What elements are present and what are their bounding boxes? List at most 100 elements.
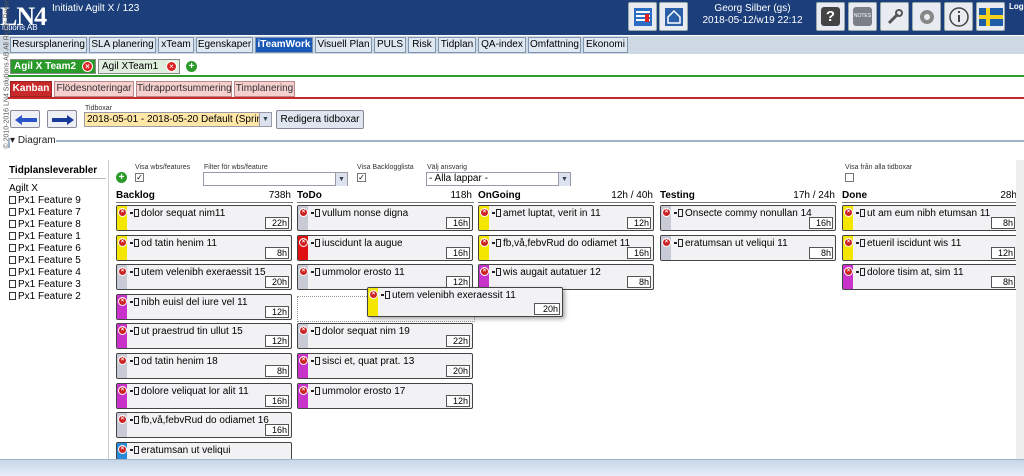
- kanban-card[interactable]: × sisci et, quat prat. 13 20h: [297, 353, 473, 379]
- edit-timeboxes-button[interactable]: Redigera tidboxar: [276, 110, 364, 129]
- kanban-card[interactable]: × od tatin henim 18 8h: [116, 353, 292, 379]
- show-wbs-checkbox[interactable]: ✓: [135, 173, 144, 182]
- menu-tab-risk[interactable]: Risk: [408, 37, 436, 53]
- kanban-card[interactable]: × ut praestrud tin ullut 15 12h: [116, 323, 292, 349]
- kanban-card[interactable]: × etueril iscidunt wis 11 12h: [842, 235, 1018, 261]
- delete-card-icon[interactable]: ×: [118, 238, 127, 247]
- menu-tab-omfattning[interactable]: Omfattning: [528, 37, 581, 53]
- menu-tab-tidplan[interactable]: Tidplan: [438, 37, 476, 53]
- deliverable-item[interactable]: Px1 Feature 3: [9, 279, 109, 291]
- kanban-card[interactable]: × dolor sequat nim11 22h: [116, 205, 292, 231]
- chevron-down-icon[interactable]: ▼: [558, 173, 570, 186]
- team-tab-agil-xteam1[interactable]: Agil XTeam1 ×: [98, 59, 180, 74]
- delete-card-icon[interactable]: ×: [662, 208, 671, 217]
- show-all-timeboxes-checkbox[interactable]: [845, 173, 854, 182]
- delete-card-icon[interactable]: ×: [844, 208, 853, 217]
- kanban-card[interactable]: × vullum nonse digna 16h: [297, 205, 473, 231]
- menu-tab-qa-index[interactable]: QA-index: [478, 37, 526, 53]
- delete-card-icon[interactable]: ×: [118, 415, 127, 424]
- deliverable-item[interactable]: Px1 Feature 9: [9, 195, 109, 207]
- deliverable-item[interactable]: Px1 Feature 6: [9, 243, 109, 255]
- next-timebox-button[interactable]: [47, 110, 77, 128]
- delete-card-icon[interactable]: ×: [118, 445, 127, 454]
- subtab-tidrapportsummering[interactable]: Tidrapportsummering: [136, 81, 232, 97]
- kanban-card[interactable]: × ummolor erosto 17 12h: [297, 383, 473, 409]
- timebox-select[interactable]: 2018-05-01 - 2018-05-20 Default (Sprint): [84, 112, 272, 127]
- delete-card-icon[interactable]: ×: [480, 238, 489, 247]
- delete-card-icon[interactable]: ×: [299, 208, 308, 217]
- menu-tab-ekonomi[interactable]: Ekonomi: [583, 37, 628, 53]
- delete-card-icon[interactable]: ×: [118, 297, 127, 306]
- menu-tab-sla-planering[interactable]: SLA planering: [89, 37, 156, 53]
- vertical-scrollbar[interactable]: [1016, 160, 1024, 460]
- delete-card-icon[interactable]: ×: [118, 356, 127, 365]
- kanban-card[interactable]: × utem velenibh exeraessit 15 20h: [116, 264, 292, 290]
- show-backlog-checkbox[interactable]: ✓: [357, 173, 366, 182]
- menu-tab-iteamwork[interactable]: iTeamWork: [255, 37, 313, 53]
- help-icon[interactable]: ?: [816, 2, 845, 31]
- swedish-flag-icon[interactable]: [976, 2, 1005, 31]
- deliverable-item[interactable]: Px1 Feature 8: [9, 219, 109, 231]
- kanban-card[interactable]: × ut am eum nibh etumsan 11 8h: [842, 205, 1018, 231]
- tools-icon[interactable]: [880, 2, 909, 31]
- delete-card-icon[interactable]: ×: [480, 208, 489, 217]
- subtab-timplanering[interactable]: Timplanering: [234, 81, 295, 97]
- subtab-kanban[interactable]: Kanban: [10, 81, 52, 97]
- deliverable-item[interactable]: Px1 Feature 7: [9, 207, 109, 219]
- kanban-card[interactable]: × fb,vå,febvRud do odiamet 11 16h: [478, 235, 654, 261]
- diagram-toggle[interactable]: ▾ Diagram: [10, 135, 56, 146]
- kanban-card[interactable]: × iuscidunt la augue 16h: [297, 235, 473, 261]
- kanban-card-dragged[interactable]: × utem velenibh exeraessit 11 20h: [367, 287, 563, 317]
- delete-card-icon[interactable]: ×: [369, 290, 378, 299]
- settings-gear-icon[interactable]: [912, 2, 941, 31]
- delete-card-icon[interactable]: ×: [118, 208, 127, 217]
- chevron-down-icon[interactable]: ▼: [335, 173, 347, 186]
- close-icon[interactable]: ×: [82, 61, 93, 72]
- logout-link[interactable]: Log out: [1009, 2, 1024, 11]
- menu-tab-resursplanering[interactable]: Resursplanering: [10, 37, 87, 53]
- add-team-icon[interactable]: +: [186, 61, 197, 72]
- deliverable-item[interactable]: Px1 Feature 5: [9, 255, 109, 267]
- deliverable-item[interactable]: Px1 Feature 4: [9, 267, 109, 279]
- delete-card-icon[interactable]: ×: [118, 267, 127, 276]
- close-icon[interactable]: ×: [166, 61, 177, 72]
- report-icon[interactable]: [628, 2, 657, 31]
- menu-tab-xteam[interactable]: xTeam: [158, 37, 194, 53]
- delete-card-icon[interactable]: ×: [662, 238, 671, 247]
- team-tab-agil-x-team2[interactable]: Agil X Team2 ×: [10, 59, 96, 74]
- kanban-card[interactable]: × Onsecte commy nonullan 14 16h: [660, 205, 836, 231]
- responsible-select[interactable]: - Alla lappar -: [426, 172, 571, 186]
- add-card-icon[interactable]: +: [116, 172, 127, 183]
- delete-card-icon[interactable]: ×: [299, 326, 308, 335]
- kanban-card[interactable]: × nibh euisl del iure vel 11 12h: [116, 294, 292, 320]
- deliverable-root[interactable]: Agilt X: [9, 183, 109, 195]
- deliverable-item[interactable]: Px1 Feature 1: [9, 231, 109, 243]
- delete-card-icon[interactable]: ×: [480, 267, 489, 276]
- subtab-flodesnoteringar[interactable]: Flödesnoteringar: [54, 81, 134, 97]
- kanban-card[interactable]: × eratumsan ut veliqui 11 8h: [660, 235, 836, 261]
- chevron-down-icon[interactable]: ▼: [259, 113, 271, 126]
- kanban-card[interactable]: × amet luptat, verit in 11 12h: [478, 205, 654, 231]
- notes-icon[interactable]: NOTES: [848, 2, 877, 31]
- deliverable-item[interactable]: Px1 Feature 2: [9, 291, 109, 303]
- previous-timebox-button[interactable]: [10, 110, 40, 128]
- delete-card-icon[interactable]: ×: [844, 238, 853, 247]
- kanban-card[interactable]: × od tatin henim 11 8h: [116, 235, 292, 261]
- delete-card-icon[interactable]: ×: [299, 386, 308, 395]
- delete-card-icon[interactable]: ×: [118, 386, 127, 395]
- delete-card-icon[interactable]: ×: [299, 238, 308, 247]
- kanban-card[interactable]: × fb,vå,febvRud do odiamet 16 16h: [116, 412, 292, 438]
- delete-card-icon[interactable]: ×: [844, 267, 853, 276]
- menu-tab-visuell-plan[interactable]: Visuell Plan: [315, 37, 372, 53]
- info-icon[interactable]: [944, 2, 973, 31]
- kanban-card[interactable]: × dolore tisim at, sim 11 8h: [842, 264, 1018, 290]
- home-icon[interactable]: [659, 2, 688, 31]
- kanban-card[interactable]: × dolor sequat nim 19 22h: [297, 323, 473, 349]
- menu-tab-puls[interactable]: PULS: [374, 37, 406, 53]
- delete-card-icon[interactable]: ×: [118, 326, 127, 335]
- delete-card-icon[interactable]: ×: [299, 356, 308, 365]
- delete-card-icon[interactable]: ×: [299, 267, 308, 276]
- kanban-card[interactable]: × dolore veliquat lor alit 11 16h: [116, 383, 292, 409]
- menu-tab-egenskaper[interactable]: Egenskaper: [196, 37, 253, 53]
- filter-wbs-select[interactable]: [203, 172, 348, 186]
